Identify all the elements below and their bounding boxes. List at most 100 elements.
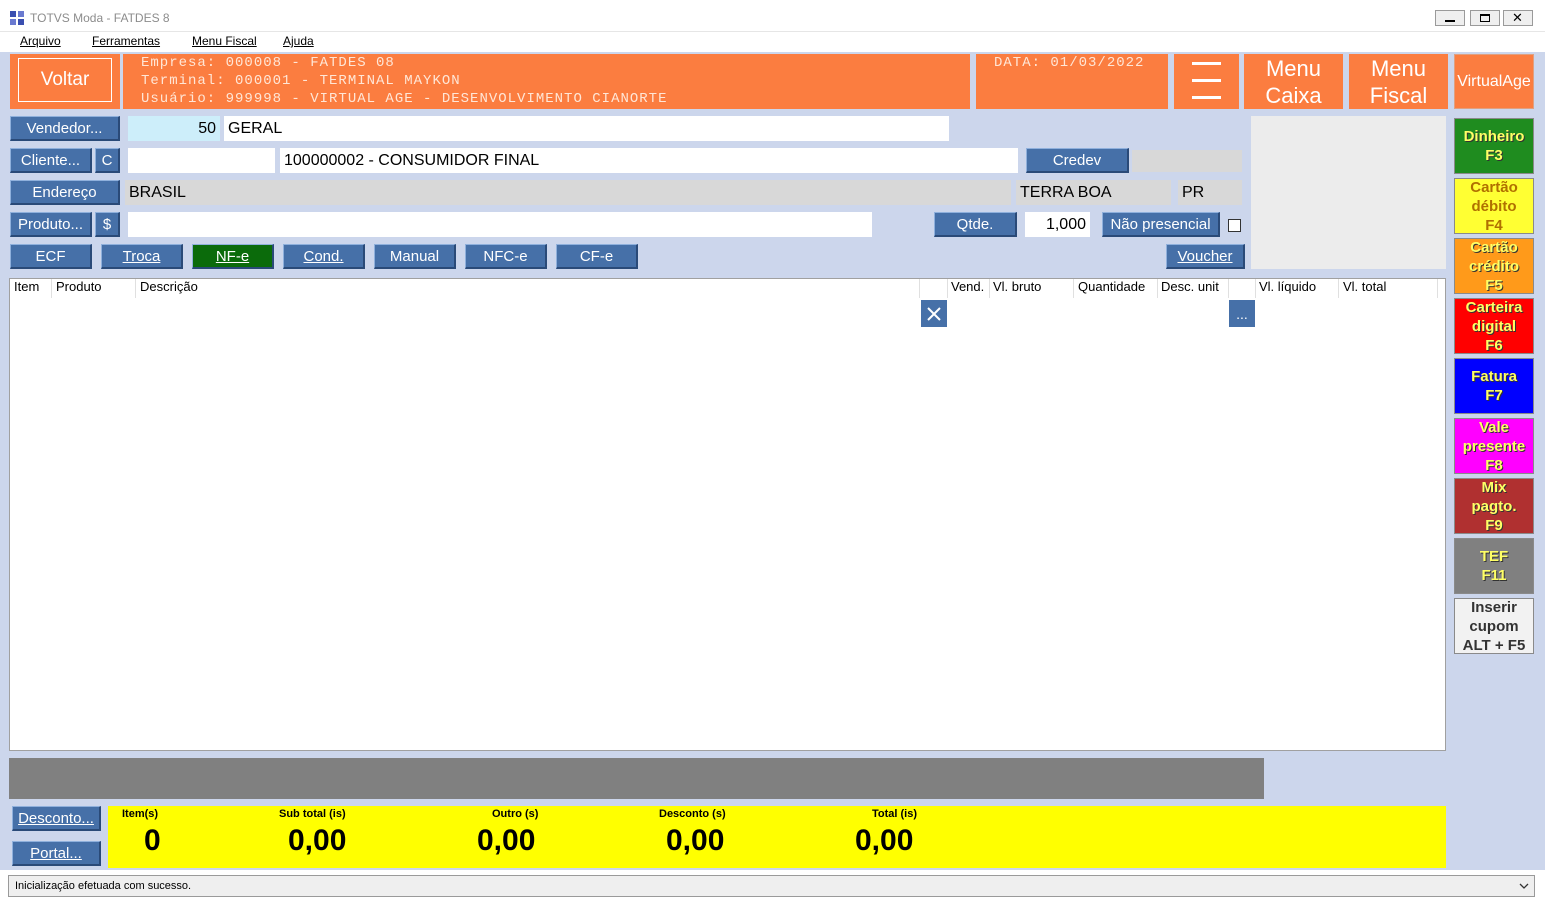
tab-troca[interactable]: Troca [101, 244, 183, 269]
pay-fatura-button[interactable]: Fatura F7 [1454, 358, 1534, 414]
menu-bar: Arquivo Ferramentas Menu Fiscal Ajuda [0, 32, 1545, 52]
menu-ferramentas[interactable]: Ferramentas [92, 34, 160, 48]
pay-mix-button[interactable]: Mix pagto. F9 [1454, 478, 1534, 534]
pay-key: F7 [1485, 387, 1503, 404]
hamburger-icon-line [1192, 96, 1221, 99]
qtde-button[interactable]: Qtde. [934, 212, 1017, 237]
nao-presencial-button[interactable]: Não presencial [1102, 212, 1220, 237]
item-details-button[interactable]: ... [1229, 300, 1255, 327]
virtualage-button[interactable]: VirtualAge [1454, 54, 1534, 109]
itens-value: 0 [144, 824, 161, 857]
minimize-icon [1445, 20, 1455, 22]
pay-dinheiro-button[interactable]: Dinheiro F3 [1454, 118, 1534, 174]
pay-label: Dinheiro [1463, 128, 1525, 145]
outro-value: 0,00 [477, 824, 536, 857]
col-vl-bruto: Vl. bruto [993, 279, 1042, 294]
col-vl-total: Vl. total [1343, 279, 1387, 294]
menu-fiscal[interactable]: Menu Fiscal [192, 34, 257, 48]
cliente-c-button[interactable]: C [95, 148, 120, 173]
col-quantidade: Quantidade [1078, 279, 1146, 294]
terminal-text: Terminal: 000001 - TERMINAL MAYKON [141, 73, 461, 89]
pay-key: F8 [1485, 456, 1503, 474]
vendedor-code-field[interactable]: 50 [128, 116, 220, 141]
cliente-button[interactable]: Cliente... [10, 148, 92, 173]
tab-cfe[interactable]: CF-e [556, 244, 638, 269]
tab-ecf[interactable]: ECF [10, 244, 92, 269]
pay-vale-presente-button[interactable]: Vale presente F8 [1454, 418, 1534, 474]
close-button[interactable]: ✕ [1503, 10, 1533, 26]
items-table[interactable] [9, 278, 1446, 751]
pay-cartao-debito-button[interactable]: Cartão débito F4 [1454, 178, 1534, 234]
tab-cond[interactable]: Cond. [283, 244, 365, 269]
pay-cartao-credito-button[interactable]: Cartão crédito F5 [1454, 238, 1534, 294]
col-separator [51, 279, 52, 298]
voucher-button[interactable]: Voucher [1166, 244, 1245, 269]
pay-label: Mix [1481, 478, 1507, 496]
qtde-field[interactable]: 1,000 [1025, 212, 1090, 237]
menu-fiscal-line1: Menu [1370, 56, 1427, 81]
back-label: Voltar [40, 69, 90, 90]
vendedor-button[interactable]: Vendedor... [10, 116, 120, 141]
pay-key: F11 [1481, 567, 1507, 584]
inserir-cupom-button[interactable]: Inserir cupom ALT + F5 [1454, 598, 1534, 654]
pay-key: F9 [1485, 516, 1503, 534]
subtotal-value: 0,00 [288, 824, 347, 857]
cidade-field: TERRA BOA [1016, 180, 1171, 205]
col-separator [1228, 279, 1229, 298]
menu-arquivo[interactable]: Arquivo [20, 34, 61, 48]
produto-price-button[interactable]: $ [95, 212, 120, 237]
pay-key: F5 [1485, 276, 1503, 294]
pay-tef-button[interactable]: TEF F11 [1454, 538, 1534, 594]
remove-item-button[interactable] [921, 300, 947, 327]
nao-presencial-checkbox[interactable] [1228, 219, 1241, 232]
app-icon [10, 11, 24, 25]
minimize-button[interactable] [1435, 10, 1465, 26]
pay-carteira-digital-button[interactable]: Carteira digital F6 [1454, 298, 1534, 354]
pay-label: Fatura [1471, 368, 1517, 385]
col-separator [1437, 279, 1438, 298]
cliente-code-field[interactable] [128, 148, 275, 173]
col-separator [135, 279, 136, 298]
cliente-name-field: 100000002 - CONSUMIDOR FINAL [280, 148, 1018, 173]
desconto-button[interactable]: Desconto... [12, 806, 101, 831]
pay-label: Inserir [1471, 598, 1517, 616]
col-separator [989, 279, 990, 298]
menu-fiscal-button[interactable]: Menu Fiscal [1349, 54, 1448, 109]
window-title: TOTVS Moda - FATDES 8 [30, 11, 170, 25]
produto-input[interactable] [128, 212, 872, 237]
pay-label: cupom [1469, 617, 1519, 635]
endereco-button[interactable]: Endereço [10, 180, 120, 205]
col-item: Item [14, 279, 40, 294]
portal-button[interactable]: Portal... [12, 841, 101, 866]
total-label: Total (is) [872, 808, 918, 820]
subtotal-label: Sub total (is) [279, 808, 346, 820]
date-text: DATA: 01/03/2022 [994, 55, 1145, 71]
credev-button[interactable]: Credev [1026, 148, 1129, 173]
pay-label: Vale [1478, 418, 1510, 436]
photo-panel [1251, 116, 1446, 269]
usuario-text: Usuário: 999998 - VIRTUAL AGE - DESENVOL… [141, 91, 668, 107]
col-separator [1157, 279, 1158, 298]
menu-ajuda[interactable]: Ajuda [283, 34, 314, 48]
col-produto: Produto [56, 279, 102, 294]
menu-caixa-line1: Menu [1265, 56, 1322, 81]
tab-manual[interactable]: Manual [374, 244, 456, 269]
back-button[interactable]: Voltar [18, 58, 112, 102]
itens-label: Item(s) [122, 808, 159, 820]
pay-label: débito [1471, 197, 1517, 215]
uf-field: PR [1178, 180, 1242, 205]
produto-button[interactable]: Produto... [10, 212, 92, 237]
pay-label: digital [1471, 317, 1517, 335]
hamburger-icon-line [1192, 79, 1221, 82]
col-desc-unit: Desc. unit [1161, 279, 1219, 294]
menu-caixa-button[interactable]: Menu Caixa [1244, 54, 1343, 109]
tab-nfce[interactable]: NFC-e [465, 244, 547, 269]
chevron-down-icon[interactable] [1519, 882, 1529, 890]
col-vend: Vend. [951, 279, 985, 294]
pais-field: BRASIL [125, 180, 1011, 205]
pay-label: presente [1462, 437, 1526, 455]
status-bar[interactable]: Inicialização efetuada com sucesso. [8, 875, 1535, 897]
maximize-button[interactable] [1470, 10, 1500, 26]
tab-nfe[interactable]: NF-e [192, 244, 274, 269]
pay-key: F4 [1485, 216, 1503, 234]
